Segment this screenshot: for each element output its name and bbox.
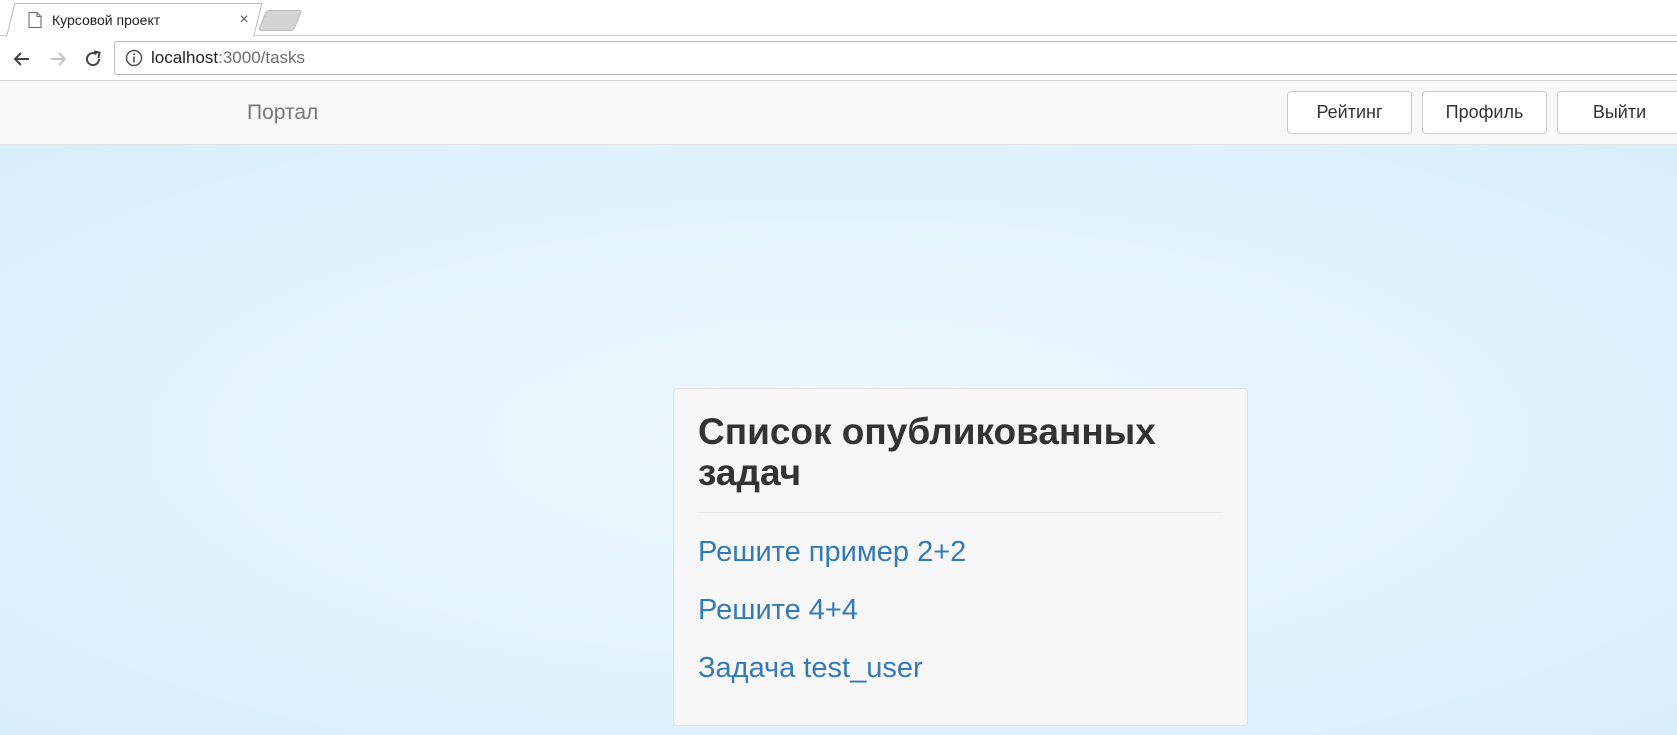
profile-button[interactable]: Профиль [1422, 91, 1547, 134]
tasks-panel: Список опубликованных задач Решите приме… [673, 388, 1248, 726]
list-item: Решите пример 2+2 [698, 536, 966, 594]
forward-button[interactable] [46, 47, 70, 71]
forward-arrow-icon [51, 52, 67, 66]
browser-tab-content[interactable]: Курсовой проект × [24, 3, 254, 37]
tab-title: Курсовой проект [52, 12, 161, 28]
divider [698, 512, 1222, 513]
browser-toolbar: localhost:3000/tasks [0, 36, 1677, 81]
address-bar[interactable]: localhost:3000/tasks [114, 41, 1677, 75]
close-icon[interactable]: × [234, 10, 254, 30]
info-icon[interactable] [125, 49, 143, 67]
task-link[interactable]: Решите 4+4 [698, 594, 858, 626]
url-host: localhost [151, 48, 219, 67]
new-tab-button[interactable] [257, 10, 303, 31]
browser-tab-strip: Курсовой проект × [0, 0, 1677, 37]
reload-button[interactable] [81, 47, 105, 71]
task-link[interactable]: Решите пример 2+2 [698, 536, 966, 568]
url-path: :3000/tasks [218, 48, 306, 67]
brand-link[interactable]: Портал [247, 101, 318, 125]
reload-icon [86, 50, 101, 67]
back-arrow-icon [13, 52, 29, 66]
list-item: Решите 4+4 [698, 594, 966, 652]
rating-button[interactable]: Рейтинг [1287, 91, 1412, 134]
task-link[interactable]: Задача test_user [698, 652, 923, 684]
list-item: Задача test_user [698, 652, 966, 710]
task-list: Решите пример 2+2 Решите 4+4 Задача test… [698, 536, 966, 710]
site-navbar: Портал Рейтинг Профиль Выйти [0, 81, 1677, 145]
main-content: Список опубликованных задач Решите приме… [0, 145, 1677, 735]
back-button[interactable] [10, 47, 34, 71]
page-icon [28, 12, 42, 28]
page-title: Список опубликованных задач [698, 411, 1156, 493]
logout-button[interactable]: Выйти [1557, 91, 1677, 134]
